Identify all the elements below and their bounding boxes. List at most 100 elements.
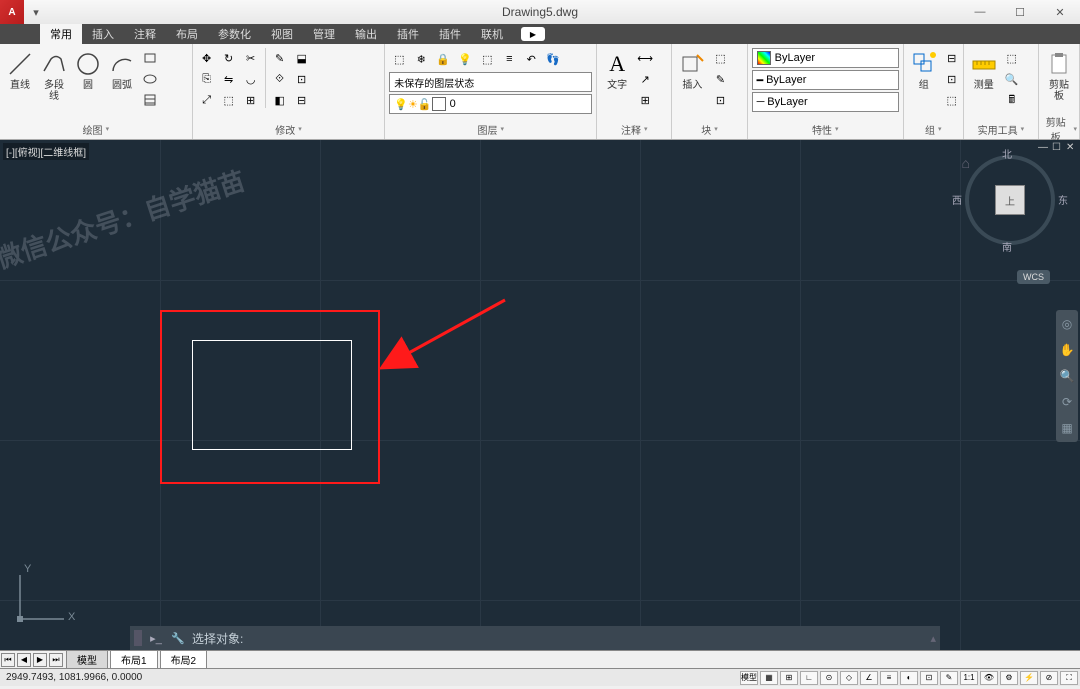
- clean-screen-icon[interactable]: ⛶: [1060, 671, 1078, 685]
- steering-wheel-icon[interactable]: ◎: [1058, 314, 1076, 334]
- mirror-icon[interactable]: ⇋: [219, 69, 239, 89]
- hatch-icon[interactable]: [140, 90, 160, 110]
- app-menu-icon[interactable]: A: [0, 0, 24, 24]
- modify-4-icon[interactable]: ⬓: [292, 48, 312, 68]
- zoom-extents-icon[interactable]: 🔍: [1058, 366, 1076, 386]
- pan-icon[interactable]: ✋: [1058, 340, 1076, 360]
- leader-icon[interactable]: ↗: [635, 69, 655, 89]
- viewport-label[interactable]: [-][俯视][二维线框]: [3, 143, 89, 160]
- grid-toggle-icon[interactable]: ▦: [760, 671, 778, 685]
- viewcube-w[interactable]: 西: [952, 192, 962, 207]
- panel-draw-title[interactable]: 绘图: [2, 121, 190, 137]
- trim-icon[interactable]: ✂: [241, 48, 261, 68]
- cmd-grip-icon[interactable]: [134, 630, 142, 646]
- cmd-expand-icon[interactable]: ▴: [930, 632, 936, 645]
- panel-group-title[interactable]: 组: [906, 121, 961, 137]
- tab-online[interactable]: 联机: [471, 23, 513, 45]
- polar-toggle-icon[interactable]: ⊙: [820, 671, 838, 685]
- panel-block-title[interactable]: 块: [674, 121, 744, 137]
- rotate-icon[interactable]: ↻: [219, 48, 239, 68]
- calc-icon[interactable]: 🖩: [1002, 90, 1022, 110]
- create-block-icon[interactable]: ⬚: [710, 48, 730, 68]
- anno-scale[interactable]: 1:1: [960, 671, 978, 685]
- panel-properties-title[interactable]: 特性: [750, 121, 901, 137]
- group-edit-icon[interactable]: ⊡: [942, 69, 962, 89]
- stretch-icon[interactable]: ⤢: [197, 90, 217, 110]
- edit-block-icon[interactable]: ✎: [710, 69, 730, 89]
- maximize-button[interactable]: ☐: [1000, 0, 1040, 24]
- minimize-button[interactable]: —: [960, 0, 1000, 24]
- group-button[interactable]: 组: [908, 48, 940, 93]
- lineweight-dropdown[interactable]: ━ ByLayer: [752, 70, 899, 90]
- tab-annotate[interactable]: 注释: [124, 23, 166, 45]
- paste-button[interactable]: 剪贴板: [1043, 48, 1075, 104]
- tab-view[interactable]: 视图: [261, 23, 303, 45]
- tab-manage[interactable]: 管理: [303, 23, 345, 45]
- lineweight-toggle-icon[interactable]: ≡: [880, 671, 898, 685]
- tab-addins[interactable]: 插件: [387, 23, 429, 45]
- orbit-icon[interactable]: ⟳: [1058, 392, 1076, 412]
- viewcube-s[interactable]: 南: [1002, 239, 1012, 254]
- drawn-rectangle[interactable]: [192, 340, 352, 450]
- tab-layout2[interactable]: 布局2: [160, 650, 208, 669]
- tab-model[interactable]: 模型: [66, 650, 108, 669]
- tab-next-icon[interactable]: ▶: [33, 653, 47, 667]
- panel-utilities-title[interactable]: 实用工具: [966, 121, 1036, 137]
- layer-state-dropdown[interactable]: 未保存的图层状态: [389, 72, 592, 92]
- layer-prop-icon[interactable]: ⬚: [389, 49, 409, 69]
- tab-layout1[interactable]: 布局1: [110, 650, 158, 669]
- fillet-icon[interactable]: ◡: [241, 69, 261, 89]
- insert-button[interactable]: 插入: [676, 48, 708, 93]
- panel-layer-title[interactable]: 图层: [387, 121, 594, 137]
- cmd-recent-icon[interactable]: 🔧: [170, 630, 186, 646]
- viewcube-face[interactable]: 上: [995, 185, 1025, 215]
- ucs-icon[interactable]: Y X: [12, 567, 72, 630]
- ortho-toggle-icon[interactable]: ∟: [800, 671, 818, 685]
- table-icon[interactable]: ⊞: [635, 90, 655, 110]
- panel-clipboard-title[interactable]: 剪贴板: [1041, 121, 1077, 137]
- viewcube[interactable]: 上 北 南 东 西: [960, 150, 1060, 250]
- linetype-dropdown[interactable]: ─ ByLayer: [752, 92, 899, 112]
- snap-toggle-icon[interactable]: ⊞: [780, 671, 798, 685]
- layer-off-icon[interactable]: 💡: [455, 49, 475, 69]
- play-button[interactable]: ▶: [521, 27, 545, 41]
- sc-toggle-icon[interactable]: ✎: [940, 671, 958, 685]
- tab-output[interactable]: 输出: [345, 23, 387, 45]
- modify-2-icon[interactable]: ⟐: [270, 69, 290, 89]
- tab-last-icon[interactable]: ⏭: [49, 653, 63, 667]
- ellipse-icon[interactable]: [140, 69, 160, 89]
- viewcube-n[interactable]: 北: [1002, 146, 1012, 161]
- color-dropdown[interactable]: ByLayer: [752, 48, 899, 68]
- layer-dropdown[interactable]: 💡 ☀ 🔓 0: [389, 94, 592, 114]
- arc-button[interactable]: 圆弧: [106, 48, 138, 93]
- panel-annotation-title[interactable]: 注释: [599, 121, 669, 137]
- layer-prev-icon[interactable]: ↶: [521, 49, 541, 69]
- text-button[interactable]: A 文字: [601, 48, 633, 93]
- array-icon[interactable]: ⊞: [241, 90, 261, 110]
- scale-icon[interactable]: ⬚: [219, 90, 239, 110]
- qp-toggle-icon[interactable]: ⊡: [920, 671, 938, 685]
- showmotion-icon[interactable]: ▦: [1058, 418, 1076, 438]
- rect-icon[interactable]: [140, 48, 160, 68]
- move-icon[interactable]: ✥: [197, 48, 217, 68]
- polyline-button[interactable]: 多段线: [38, 48, 70, 104]
- qat-new-icon[interactable]: ▾: [28, 4, 44, 20]
- drawing-canvas[interactable]: [-][俯视][二维线框] — ☐ ✕ Y X ⌂ 上 北 南 东 西 WCS …: [0, 140, 1080, 650]
- modify-1-icon[interactable]: ✎: [270, 48, 290, 68]
- layer-walk-icon[interactable]: 👣: [543, 49, 563, 69]
- group-bbox-icon[interactable]: ⬚: [942, 90, 962, 110]
- tab-insert[interactable]: 插入: [82, 23, 124, 45]
- tab-home[interactable]: 常用: [40, 23, 82, 45]
- qselect-icon[interactable]: 🔍: [1002, 69, 1022, 89]
- tab-prev-icon[interactable]: ◀: [17, 653, 31, 667]
- circle-button[interactable]: 圆: [72, 48, 104, 93]
- command-line[interactable]: ▸_ 🔧 选择对象: ▴: [130, 626, 940, 650]
- modify-3-icon[interactable]: ◧: [270, 90, 290, 110]
- ungroup-icon[interactable]: ⊟: [942, 48, 962, 68]
- tab-addins2[interactable]: 插件: [429, 23, 471, 45]
- measure-button[interactable]: 测量: [968, 48, 1000, 93]
- panel-modify-title[interactable]: 修改: [195, 121, 383, 137]
- layer-lock-icon[interactable]: 🔒: [433, 49, 453, 69]
- doc-close-icon[interactable]: ✕: [1066, 142, 1078, 154]
- cmd-prompt-icon[interactable]: ▸_: [148, 630, 164, 646]
